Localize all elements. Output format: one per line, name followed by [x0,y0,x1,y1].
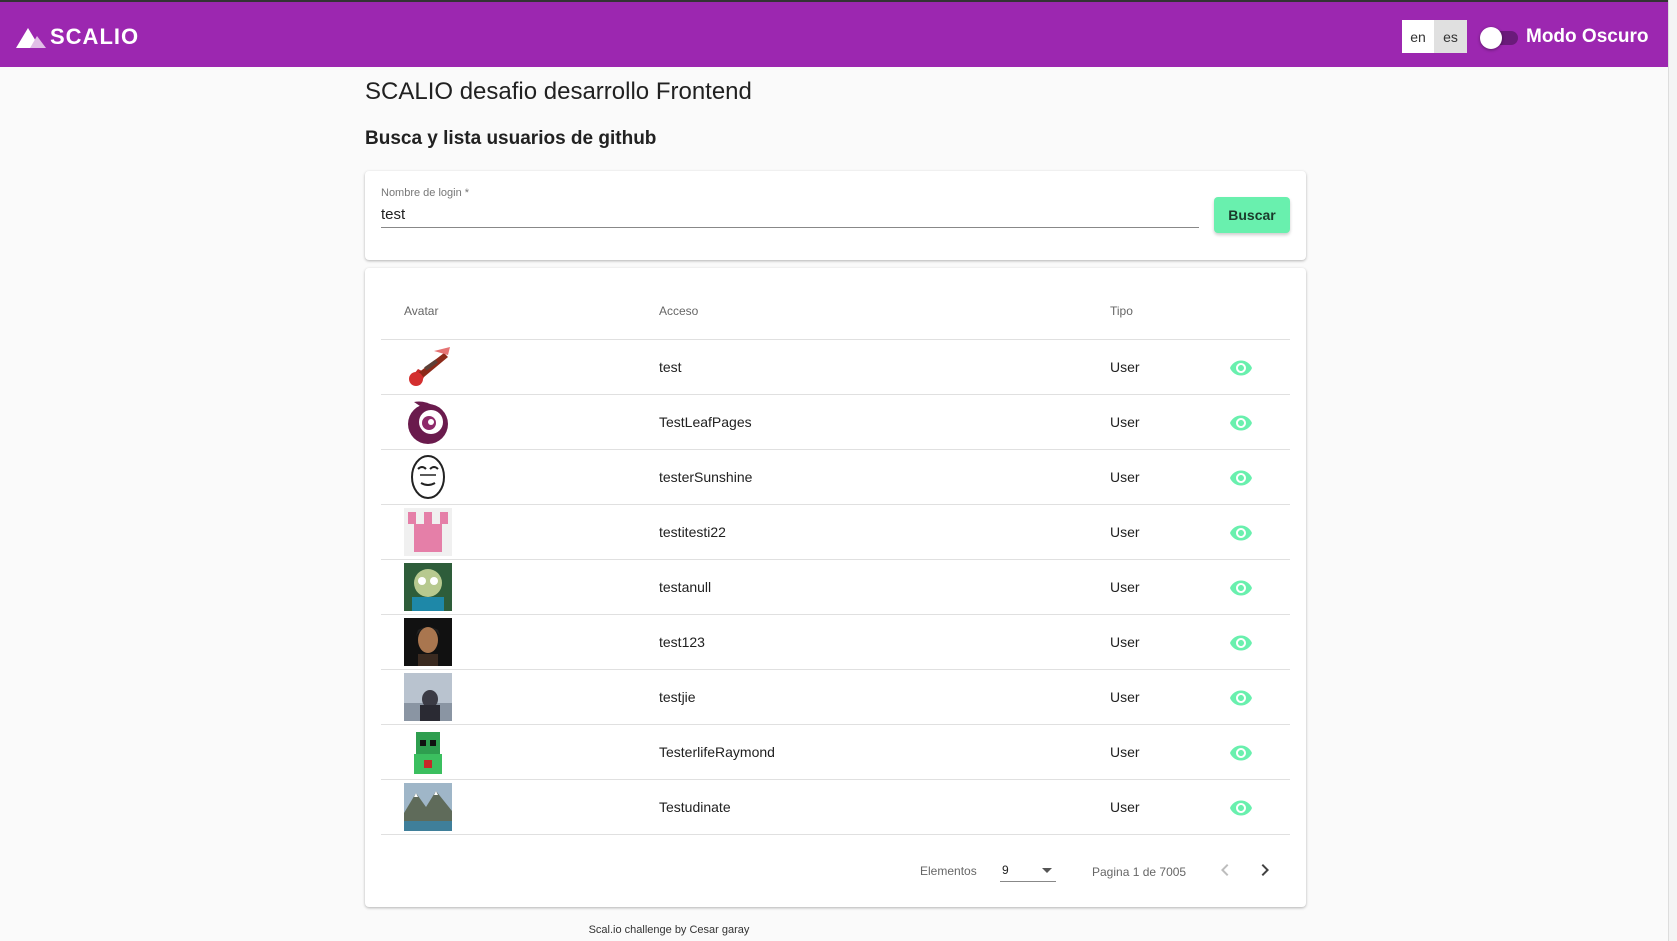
green-character-avatar [404,728,452,776]
brand-logo[interactable]: SCALIO [16,24,139,50]
column-header-type: Tipo [1110,304,1133,318]
language-en-button[interactable]: en [1402,20,1434,53]
type-cell: User [1110,359,1140,375]
login-cell: testjie [659,689,696,705]
identicon-avatar [404,508,452,556]
table-paginator: Elementos 9 Pagina 1 de 7005 [381,854,1290,894]
search-button[interactable]: Buscar [1214,197,1290,233]
login-cell: Testudinate [659,799,731,815]
language-es-button[interactable]: es [1434,20,1467,53]
page-subtitle: Busca y lista usuarios de github [365,128,657,149]
type-cell: User [1110,744,1140,760]
dark-mode-label: Modo Oscuro [1526,26,1649,47]
table-row: testitesti22 User [381,505,1290,560]
guitar-avatar [404,343,452,391]
next-page-icon[interactable] [1253,858,1277,882]
page-footer: Scal.io challenge by Cesar garay [0,924,1668,936]
swirl-logo-avatar [404,398,452,446]
view-eye-icon[interactable] [1229,741,1253,765]
login-cell: TestLeafPages [659,414,752,430]
view-eye-icon[interactable] [1229,796,1253,820]
view-eye-icon[interactable] [1229,521,1253,545]
portrait-avatar [404,618,452,666]
footer-credit: Scal.io challenge by Cesar garay [588,924,750,936]
view-eye-icon[interactable] [1229,576,1253,600]
table-header: Avatar Acceso Tipo [381,268,1290,340]
login-cell: testerSunshine [659,469,753,485]
type-cell: User [1110,414,1140,430]
table-row: testanull User [381,560,1290,615]
view-eye-icon[interactable] [1229,466,1253,490]
items-per-page-label: Elementos [920,864,977,878]
type-cell: User [1110,689,1140,705]
view-eye-icon[interactable] [1229,686,1253,710]
login-cell: TesterlifeRaymond [659,744,775,760]
cartoon-avatar [404,563,452,611]
type-cell: User [1110,634,1140,650]
view-eye-icon[interactable] [1229,356,1253,380]
items-per-page-select[interactable]: 9 [1000,860,1056,882]
table-row: test123 User [381,615,1290,670]
table-row: testjie User [381,670,1290,725]
login-cell: test123 [659,634,705,650]
chevron-down-icon [1042,868,1052,873]
column-header-avatar: Avatar [404,304,439,318]
photo-avatar [404,673,452,721]
items-per-page-value: 9 [1002,863,1009,877]
results-card: Avatar Acceso Tipo test User TestLeafPag… [365,268,1306,907]
table-row: testerSunshine User [381,450,1290,505]
login-field-label: Nombre de login * [381,187,470,199]
type-cell: User [1110,469,1140,485]
table-row: TestLeafPages User [381,395,1290,450]
language-switcher: en es [1402,20,1467,53]
view-eye-icon[interactable] [1229,631,1253,655]
type-cell: User [1110,579,1140,595]
table-row: TesterlifeRaymond User [381,725,1290,780]
users-table: Avatar Acceso Tipo test User TestLeafPag… [381,268,1290,835]
search-card: Nombre de login * Buscar [365,171,1306,260]
type-cell: User [1110,524,1140,540]
type-cell: User [1110,799,1140,815]
view-eye-icon[interactable] [1229,411,1253,435]
meme-face-avatar [404,453,452,501]
page-info: Pagina 1 de 7005 [1092,865,1187,879]
brand-name: SCALIO [50,24,140,49]
login-cell: test [659,359,682,375]
dark-mode-toggle[interactable] [1480,27,1518,49]
page-title: SCALIO desafio desarrollo Frontend [365,78,752,105]
landscape-avatar [404,783,452,831]
column-header-login: Acceso [659,304,699,318]
table-row: test User [381,340,1290,395]
login-cell: testitesti22 [659,524,726,540]
window-scrollbar[interactable] [1668,0,1677,941]
login-cell: testanull [659,579,712,595]
login-search-input[interactable] [381,202,1199,228]
toggle-thumb [1480,27,1502,49]
previous-page-icon[interactable] [1213,858,1237,882]
table-row: Testudinate User [381,780,1290,835]
top-app-bar: SCALIO en es Modo Oscuro [0,0,1668,67]
mountain-logo-icon [16,28,46,48]
